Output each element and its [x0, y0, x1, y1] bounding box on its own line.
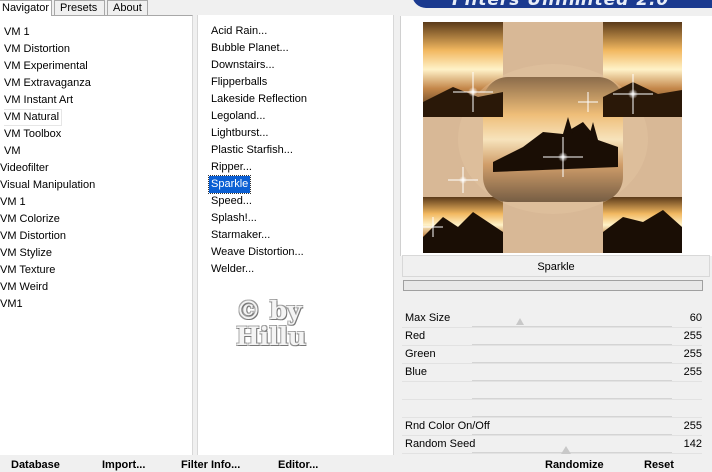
param-row[interactable]: Random Seed 142 — [402, 435, 702, 454]
param-row[interactable]: Green 255 — [402, 345, 702, 364]
category-item[interactable]: VM Distortion — [0, 228, 66, 245]
category-item[interactable]: VM Texture — [0, 262, 55, 279]
tab-presets[interactable]: Presets — [54, 0, 105, 15]
filter-item[interactable]: Legoland... — [209, 108, 267, 125]
category-item[interactable]: VM Experimental — [4, 58, 88, 75]
progress-bar — [403, 280, 703, 291]
category-item[interactable]: VM Stylize — [0, 245, 52, 262]
brand-logo-text: Filters Unlimited 2.0 — [452, 0, 670, 10]
tab-bar: Navigator Presets About — [0, 0, 200, 16]
filter-item[interactable]: Plastic Starfish... — [209, 142, 295, 159]
watermark: © by Hillu — [236, 298, 326, 358]
randomize-button[interactable]: Randomize — [545, 458, 604, 472]
random-seed-thumb[interactable] — [561, 446, 571, 454]
category-item[interactable]: VM Extravaganza — [4, 75, 91, 92]
param-slider-thumb[interactable] — [516, 318, 524, 325]
category-item[interactable]: VM Instant Art — [4, 92, 73, 109]
param-name: Blue — [405, 366, 428, 378]
watermark-line-1: © by — [236, 296, 302, 325]
param-slider-track[interactable] — [472, 452, 672, 453]
tab-about[interactable]: About — [107, 0, 148, 15]
param-name: Random Seed — [405, 438, 476, 450]
filter-item[interactable]: Sparkle — [207, 175, 252, 194]
filter-item[interactable]: Welder... — [209, 261, 256, 278]
filter-item[interactable]: Flipperballs — [209, 74, 269, 91]
database-button[interactable]: Database — [11, 458, 60, 472]
param-row[interactable] — [402, 399, 702, 418]
param-value: 60 — [689, 312, 702, 324]
category-item[interactable]: VM Natural — [4, 109, 63, 126]
param-row[interactable]: Max Size 60 — [402, 309, 702, 328]
reset-button[interactable]: Reset — [644, 458, 674, 472]
filter-item[interactable]: Speed... — [209, 193, 254, 210]
param-name: Red — [405, 330, 426, 342]
param-value: 255 — [683, 366, 702, 378]
category-item[interactable]: VM 1 — [0, 194, 26, 211]
param-name: Max Size — [405, 312, 451, 324]
watermark-line-2: Hillu — [236, 322, 307, 351]
param-row[interactable]: Blue 255 — [402, 363, 702, 382]
tab-navigator[interactable]: Navigator — [0, 0, 52, 16]
filter-item[interactable]: Ripper... — [209, 159, 254, 176]
param-row[interactable]: Rnd Color On/Off 255 — [402, 417, 702, 436]
category-item[interactable]: VM Toolbox — [4, 126, 61, 143]
preview-image[interactable] — [423, 22, 682, 253]
category-item[interactable]: VM Colorize — [0, 211, 60, 228]
filter-item[interactable]: Starmaker... — [209, 227, 272, 244]
filter-item[interactable]: Splash!... — [209, 210, 259, 227]
filter-item[interactable]: Bubble Planet... — [209, 40, 291, 57]
import-button[interactable]: Import... — [102, 458, 145, 472]
editor-button[interactable]: Editor... — [278, 458, 318, 472]
filter-item[interactable]: Lakeside Reflection — [209, 91, 309, 108]
param-value: 255 — [683, 330, 702, 342]
filter-item[interactable]: Weave Distortion... — [209, 244, 306, 261]
category-item[interactable]: VM 1 — [4, 24, 30, 41]
category-item[interactable]: VM Distortion — [4, 41, 70, 58]
param-value: 255 — [683, 420, 702, 432]
category-item[interactable]: VM1 — [0, 296, 23, 313]
filter-info-button[interactable]: Filter Info... — [181, 458, 240, 472]
param-name: Rnd Color On/Off — [405, 420, 490, 432]
category-item[interactable]: Visual Manipulation — [0, 177, 95, 194]
param-row[interactable] — [402, 381, 702, 400]
filter-title: Sparkle — [402, 255, 710, 277]
category-item[interactable]: VM — [4, 143, 21, 160]
parameter-list: Max Size 60 Red 255 Green 255 Blue 255 Rnd Color… — [402, 309, 710, 454]
category-list[interactable]: VM 1 VM Distortion VM Experimental VM Extra… — [0, 15, 193, 455]
filter-item[interactable]: Downstairs... — [209, 57, 277, 74]
app-brand-banner: Filters Unlimited 2.0 — [412, 0, 712, 10]
filter-item[interactable]: Lightburst... — [209, 125, 270, 142]
param-row[interactable]: Red 255 — [402, 327, 702, 346]
filter-list[interactable]: Acid Rain... Bubble Planet... Downstairs..… — [197, 15, 394, 455]
filter-item[interactable]: Acid Rain... — [209, 23, 269, 40]
category-item[interactable]: VM Weird — [0, 279, 48, 296]
param-name: Green — [405, 348, 436, 360]
category-item[interactable]: Videofilter — [0, 160, 49, 177]
param-value: 142 — [683, 438, 702, 450]
param-value: 255 — [683, 348, 702, 360]
